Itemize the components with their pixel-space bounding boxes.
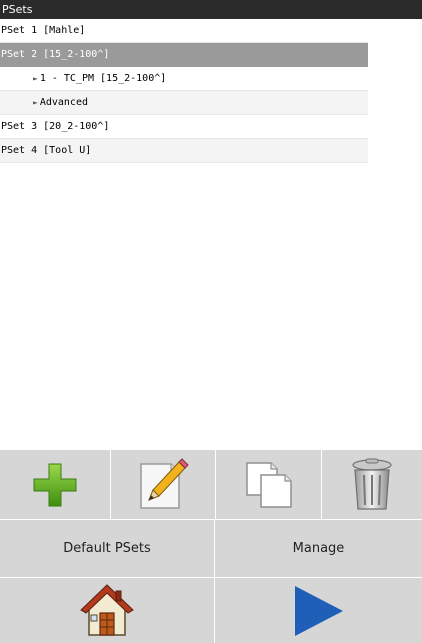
expand-arrow-icon: ► (33, 98, 38, 107)
tree-item-pset-3[interactable]: PSet 3 [20_2-100^] (0, 115, 368, 139)
copy-button[interactable] (216, 450, 322, 519)
home-icon (80, 583, 134, 636)
expand-arrow-icon: ► (33, 74, 38, 83)
tree-item-tc-pm[interactable]: ► 1 - TC_PM [15_2-100^] (0, 67, 368, 91)
tree-item-label: 1 - TC_PM [15_2-100^] (39, 73, 167, 84)
default-psets-button[interactable]: Default PSets (0, 520, 215, 577)
tree-item-label: PSet 1 [Mahle] (1, 25, 86, 36)
add-button[interactable] (0, 450, 111, 519)
tree-item-label: PSet 3 [20_2-100^] (1, 121, 110, 132)
toolbar (0, 450, 422, 519)
tree-item-label: PSet 4 [Tool U] (1, 145, 92, 156)
manage-button[interactable]: Manage (215, 520, 422, 577)
edit-button[interactable] (111, 450, 216, 519)
tree-item-advanced[interactable]: ► Advanced (0, 91, 368, 115)
window-title: PSets (0, 0, 422, 19)
nav-row (0, 578, 422, 643)
tree-item-label: Advanced (39, 97, 88, 108)
action-row: Default PSets Manage (0, 520, 422, 577)
start-button[interactable] (215, 578, 422, 643)
delete-button[interactable] (322, 450, 422, 519)
trash-bin-icon (352, 458, 392, 510)
copy-pages-icon (245, 461, 292, 508)
tree-item-pset-1[interactable]: PSet 1 [Mahle] (0, 19, 368, 43)
tree-item-pset-2[interactable]: PSet 2 [15_2-100^] (0, 43, 368, 67)
home-button[interactable] (0, 578, 215, 643)
tree-item-pset-4[interactable]: PSet 4 [Tool U] (0, 139, 368, 163)
play-icon (294, 585, 343, 636)
plus-icon (33, 463, 77, 506)
pencil-edit-icon (140, 457, 189, 509)
tree-item-label: PSet 2 [15_2-100^] (1, 49, 110, 60)
pset-tree: PSet 1 [Mahle] PSet 2 [15_2-100^] ► 1 - T… (0, 19, 422, 450)
